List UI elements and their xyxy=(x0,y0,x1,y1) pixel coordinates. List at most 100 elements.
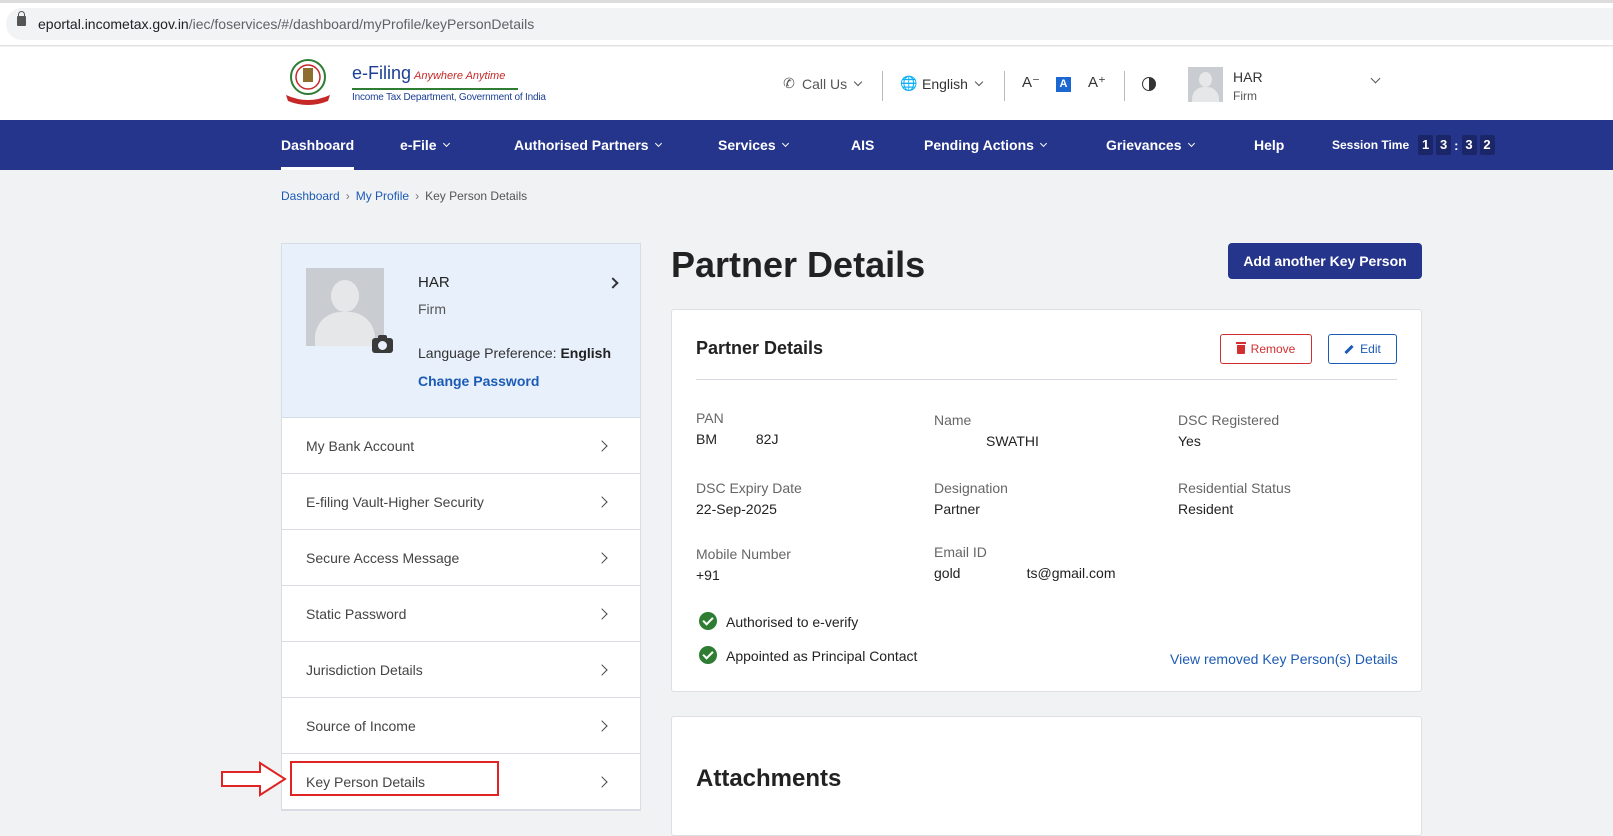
attachments-card: Attachments xyxy=(671,716,1422,836)
session-digit: 3 xyxy=(1436,135,1452,155)
designation-label: Designation xyxy=(934,480,1008,496)
chevron-down-icon xyxy=(853,77,863,86)
chevron-right-icon xyxy=(596,496,608,508)
browser-tab-strip xyxy=(0,0,1613,3)
font-default-button[interactable]: A xyxy=(1056,77,1071,92)
highlight-box-annotation xyxy=(290,761,499,796)
chevron-down-icon xyxy=(781,139,789,147)
menu-item-source-of-income[interactable]: Source of Income xyxy=(282,698,640,754)
nav-pending-actions[interactable]: Pending Actions xyxy=(924,120,1047,170)
check-circle-icon xyxy=(699,646,717,664)
chevron-down-icon xyxy=(1039,139,1047,147)
chevron-down-icon xyxy=(654,139,662,147)
page-title: Partner Details xyxy=(671,244,926,285)
email-label: Email ID xyxy=(934,544,987,560)
camera-icon[interactable] xyxy=(372,335,393,353)
pencil-icon xyxy=(1344,344,1354,354)
chevron-right-icon xyxy=(596,720,608,732)
url-text[interactable]: eportal.incometax.gov.in/iec/foservices/… xyxy=(38,16,534,32)
contrast-toggle-icon[interactable] xyxy=(1142,77,1156,91)
menu-item-efiling-vault[interactable]: E-filing Vault-Higher Security xyxy=(282,474,640,530)
residential-status-label: Residential Status xyxy=(1178,480,1291,496)
browser-address-bar: eportal.incometax.gov.in/iec/foservices/… xyxy=(0,0,1613,46)
designation-value: Partner xyxy=(934,501,980,517)
nav-dashboard[interactable]: Dashboard xyxy=(281,120,355,170)
menu-item-label: Static Password xyxy=(306,605,407,622)
header-user-type: Firm xyxy=(1233,89,1257,103)
menu-item-jurisdiction-details[interactable]: Jurisdiction Details xyxy=(282,642,640,698)
nav-efile[interactable]: e-File xyxy=(400,120,450,170)
trash-icon xyxy=(1235,341,1246,354)
partner-details-card: Partner Details Remove Edit PAN BM 82J N… xyxy=(671,309,1422,692)
language-label: English xyxy=(922,75,968,92)
header-divider xyxy=(882,71,883,101)
call-us-dropdown[interactable]: ✆ Call Us xyxy=(780,47,863,120)
chevron-right-icon xyxy=(596,440,608,452)
user-avatar[interactable] xyxy=(1188,67,1223,102)
efiling-logo[interactable]: e-Filing Anywhere Anytime Income Tax Depa… xyxy=(280,57,546,109)
nav-help[interactable]: Help xyxy=(1254,120,1284,170)
session-label: Session Time xyxy=(1332,138,1410,152)
menu-item-label: Jurisdiction Details xyxy=(306,661,423,678)
language-preference: Language Preference: English xyxy=(418,345,612,361)
breadcrumb-my-profile[interactable]: My Profile xyxy=(356,189,409,203)
lock-icon xyxy=(17,11,26,26)
header-divider xyxy=(1004,71,1005,101)
phone-icon: ✆ xyxy=(783,75,795,91)
session-digit: 1 xyxy=(1418,135,1434,155)
session-colon: : xyxy=(1454,137,1459,153)
logo-brand: e-Filing Anywhere Anytime xyxy=(352,63,506,83)
chevron-right-icon[interactable] xyxy=(607,277,619,289)
residential-status-value: Resident xyxy=(1178,501,1234,517)
chevron-down-icon xyxy=(974,77,984,86)
pan-value: BM 82J xyxy=(696,431,779,447)
nav-authorised-partners[interactable]: Authorised Partners xyxy=(514,120,662,170)
nav-ais[interactable]: AIS xyxy=(851,120,874,170)
dsc-registered-value: Yes xyxy=(1178,433,1201,449)
chevron-right-icon xyxy=(596,552,608,564)
menu-item-label: Secure Access Message xyxy=(306,549,460,566)
breadcrumb-separator-icon: › xyxy=(415,189,420,203)
logo-dept-text: Income Tax Department, Government of Ind… xyxy=(352,92,546,103)
change-password-link[interactable]: Change Password xyxy=(418,373,539,389)
globe-icon: 🌐 xyxy=(900,75,918,91)
menu-item-secure-access-message[interactable]: Secure Access Message xyxy=(282,530,640,586)
view-removed-key-persons-link[interactable]: View removed Key Person(s) Details xyxy=(1170,651,1398,667)
chevron-right-icon xyxy=(596,776,608,788)
chevron-down-icon xyxy=(1187,139,1195,147)
profile-card: HAR Firm Language Preference: English Ch… xyxy=(281,243,641,418)
font-decrease-button[interactable]: A⁻ xyxy=(1022,73,1040,91)
menu-item-label: Source of Income xyxy=(306,717,416,734)
session-digit: 2 xyxy=(1479,135,1495,155)
menu-item-static-password[interactable]: Static Password xyxy=(282,586,640,642)
session-timer: Session Time 1 3 : 3 2 xyxy=(1332,120,1495,170)
header-user-name[interactable]: HAR xyxy=(1233,69,1263,85)
profile-type: Firm xyxy=(418,301,446,317)
mobile-value: +91 xyxy=(696,567,720,583)
attachments-title: Attachments xyxy=(696,765,842,792)
card-divider xyxy=(696,379,1397,380)
menu-item-label: My Bank Account xyxy=(306,437,415,454)
add-key-person-button[interactable]: Add another Key Person xyxy=(1228,243,1422,279)
language-dropdown[interactable]: 🌐 English xyxy=(900,47,984,120)
menu-item-bank-account[interactable]: My Bank Account xyxy=(282,418,640,474)
session-digit: 3 xyxy=(1461,135,1477,155)
card-title: Partner Details xyxy=(696,338,824,358)
remove-button[interactable]: Remove xyxy=(1220,334,1312,364)
site-header: e-Filing Anywhere Anytime Income Tax Depa… xyxy=(0,47,1613,120)
breadcrumb-current: Key Person Details xyxy=(425,189,528,203)
logo-underline xyxy=(352,88,518,90)
font-increase-button[interactable]: A⁺ xyxy=(1088,73,1106,91)
edit-button[interactable]: Edit xyxy=(1328,334,1397,364)
profile-menu: My Bank Account E-filing Vault-Higher Se… xyxy=(281,418,641,811)
name-value: SWATHI xyxy=(986,433,1039,449)
govt-emblem-icon xyxy=(286,59,330,105)
breadcrumb-dashboard[interactable]: Dashboard xyxy=(281,189,340,203)
pan-label: PAN xyxy=(696,410,724,426)
user-menu-chevron-icon[interactable] xyxy=(1370,73,1381,84)
header-divider xyxy=(1124,71,1125,101)
nav-grievances[interactable]: Grievances xyxy=(1106,120,1195,170)
edit-label: Edit xyxy=(1360,342,1381,356)
breadcrumb-separator-icon: › xyxy=(345,189,350,203)
nav-services[interactable]: Services xyxy=(718,120,789,170)
